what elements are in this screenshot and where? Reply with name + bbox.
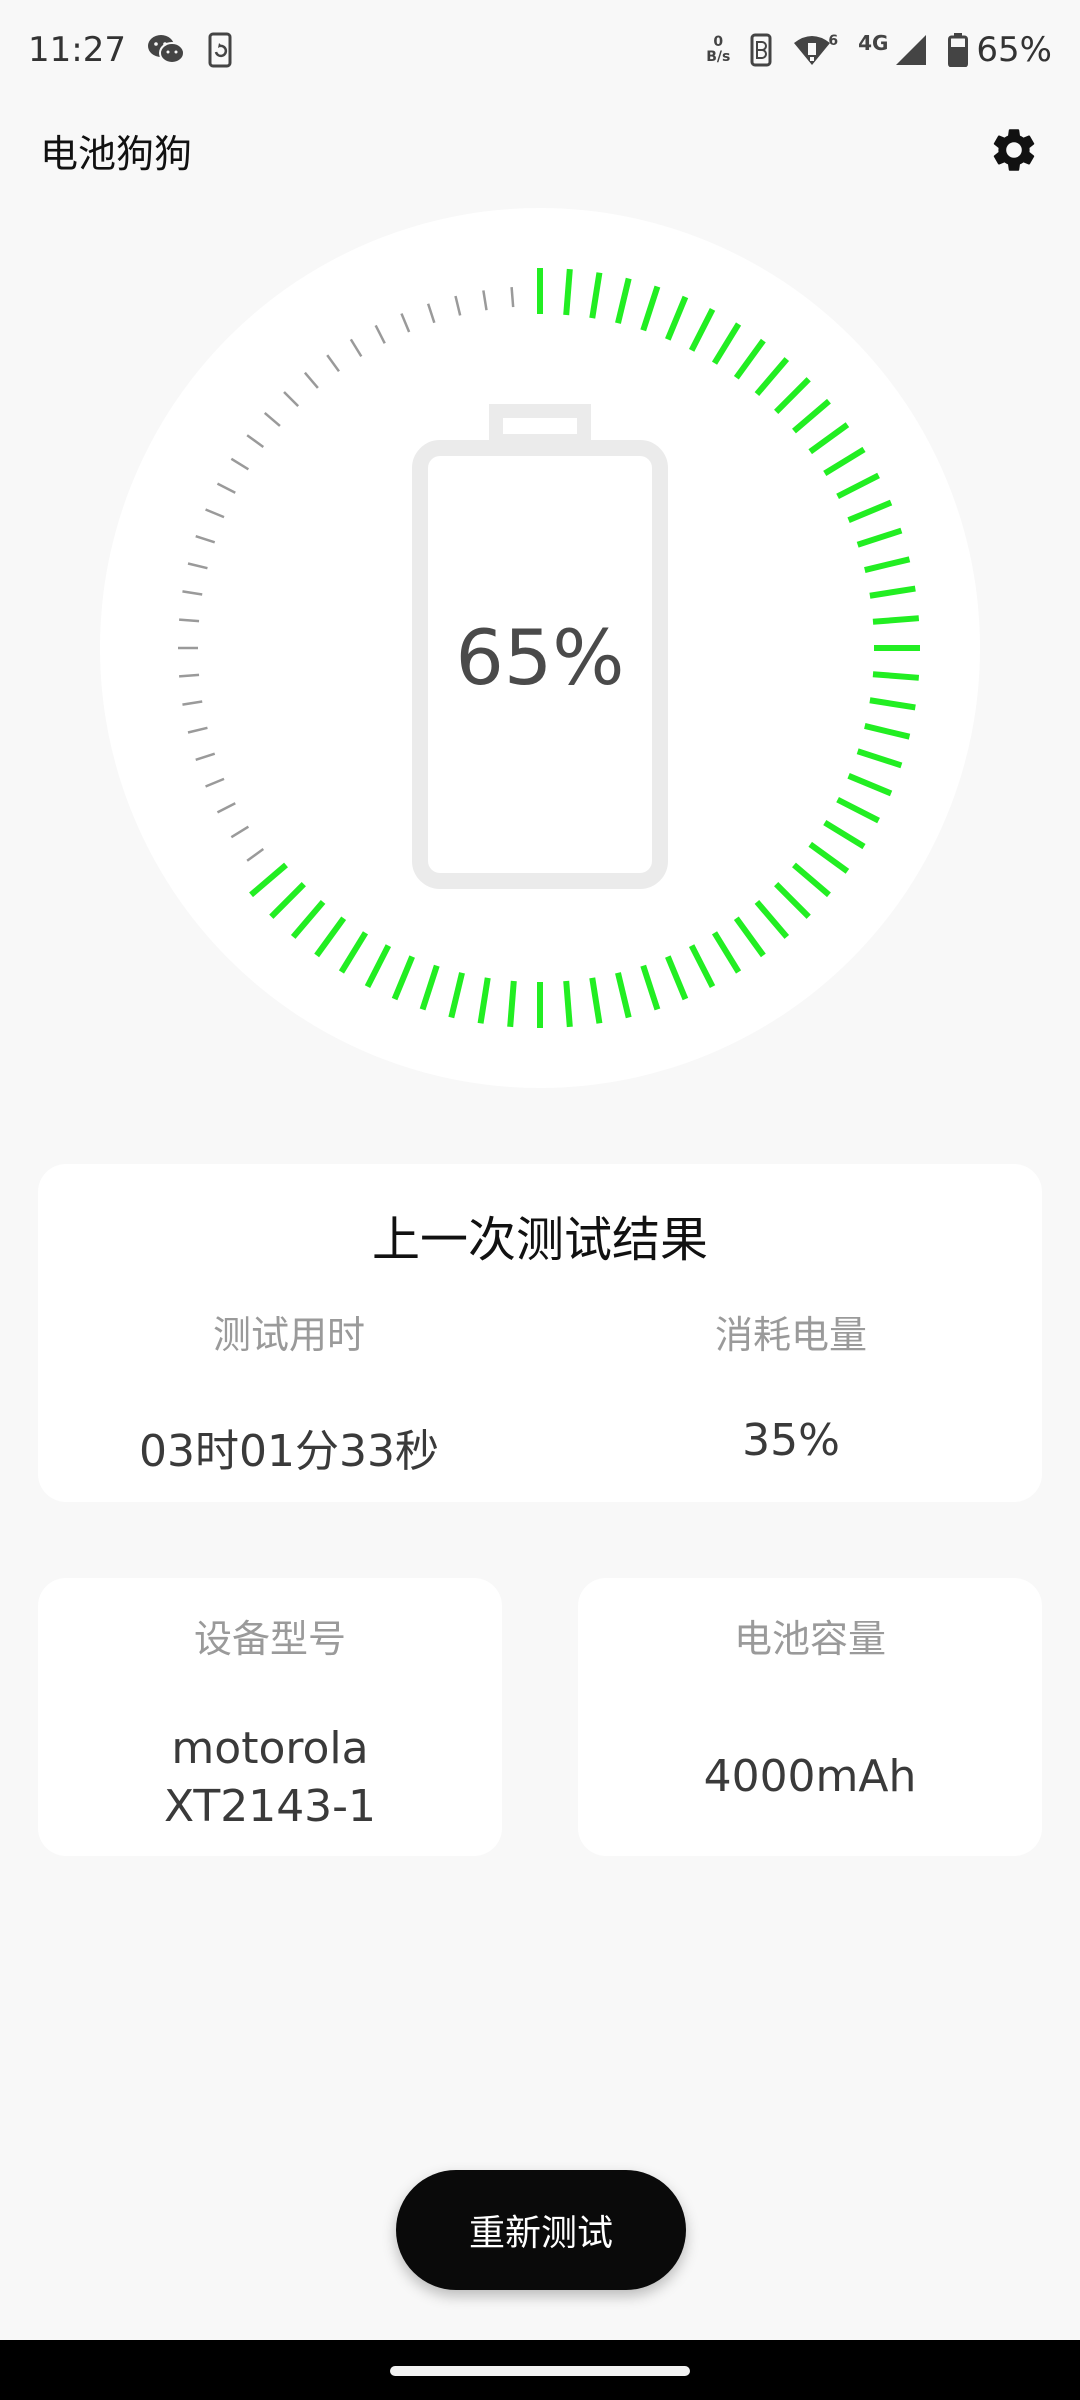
gauge-tick-active — [507, 980, 517, 1028]
battery-percent: 65% — [976, 30, 1052, 70]
nfc-icon — [750, 33, 772, 67]
battery-gauge: 65% — [100, 208, 980, 1088]
battery-capacity-card: 电池容量 4000mAh — [578, 1578, 1042, 1856]
gauge-percent-text: 65% — [456, 613, 625, 702]
battery-gauge-svg: 65% — [100, 208, 980, 1088]
consumed-value: 35% — [742, 1415, 840, 1466]
device-model-card: 设备型号 motorola XT2143-1 — [38, 1578, 502, 1856]
gauge-tick-inactive — [179, 618, 200, 623]
network-type: 4G — [858, 31, 889, 55]
gauge-tick-active — [563, 980, 573, 1028]
gauge-tick-inactive — [179, 673, 200, 678]
status-bar: 11:27 0 B/s 6 4G 65% — [0, 0, 1080, 100]
app-bar: 电池狗狗 — [0, 110, 1080, 190]
gauge-tick-active — [872, 615, 920, 625]
status-time: 11:27 — [28, 30, 126, 70]
duration-block: 测试用时 03时01分33秒 — [38, 1304, 540, 1479]
status-right: 0 B/s 6 4G 65% — [706, 30, 1052, 70]
screen-rotate-icon — [206, 32, 236, 68]
device-model-line2: XT2143-1 — [163, 1781, 377, 1832]
last-result-card: 上一次测试结果 测试用时 03时01分33秒 消耗电量 35% — [38, 1164, 1042, 1502]
wifi-icon: 6 — [792, 33, 838, 67]
consumed-label: 消耗电量 — [714, 1313, 867, 1357]
duration-value: 03时01分33秒 — [139, 1426, 439, 1477]
status-left: 11:27 — [28, 30, 236, 70]
gauge-tick-inactive — [510, 287, 515, 308]
last-result-title: 上一次测试结果 — [371, 1212, 708, 1268]
retest-button[interactable]: 重新测试 — [396, 2170, 686, 2290]
wifi-sub-label: 6 — [828, 33, 839, 49]
net-speed-icon: 0 B/s — [706, 35, 730, 65]
consumed-block: 消耗电量 35% — [540, 1304, 1042, 1466]
wechat-icon — [146, 33, 186, 67]
device-model-label: 设备型号 — [193, 1617, 346, 1661]
home-indicator[interactable] — [390, 2366, 690, 2376]
gauge-tick-active — [872, 671, 920, 681]
net-speed-unit: B/s — [706, 49, 731, 65]
battery-icon — [948, 33, 969, 67]
duration-label: 测试用时 — [212, 1313, 365, 1357]
battery-capacity-value: 4000mAh — [703, 1751, 917, 1802]
gear-icon[interactable] — [988, 124, 1040, 176]
gauge-tick-active — [563, 268, 573, 316]
net-speed-value: 0 — [713, 34, 724, 50]
app-title: 电池狗狗 — [40, 131, 193, 176]
device-model-line1: motorola — [171, 1723, 369, 1774]
signal-icon — [894, 33, 928, 67]
battery-capacity-label: 电池容量 — [733, 1617, 886, 1661]
